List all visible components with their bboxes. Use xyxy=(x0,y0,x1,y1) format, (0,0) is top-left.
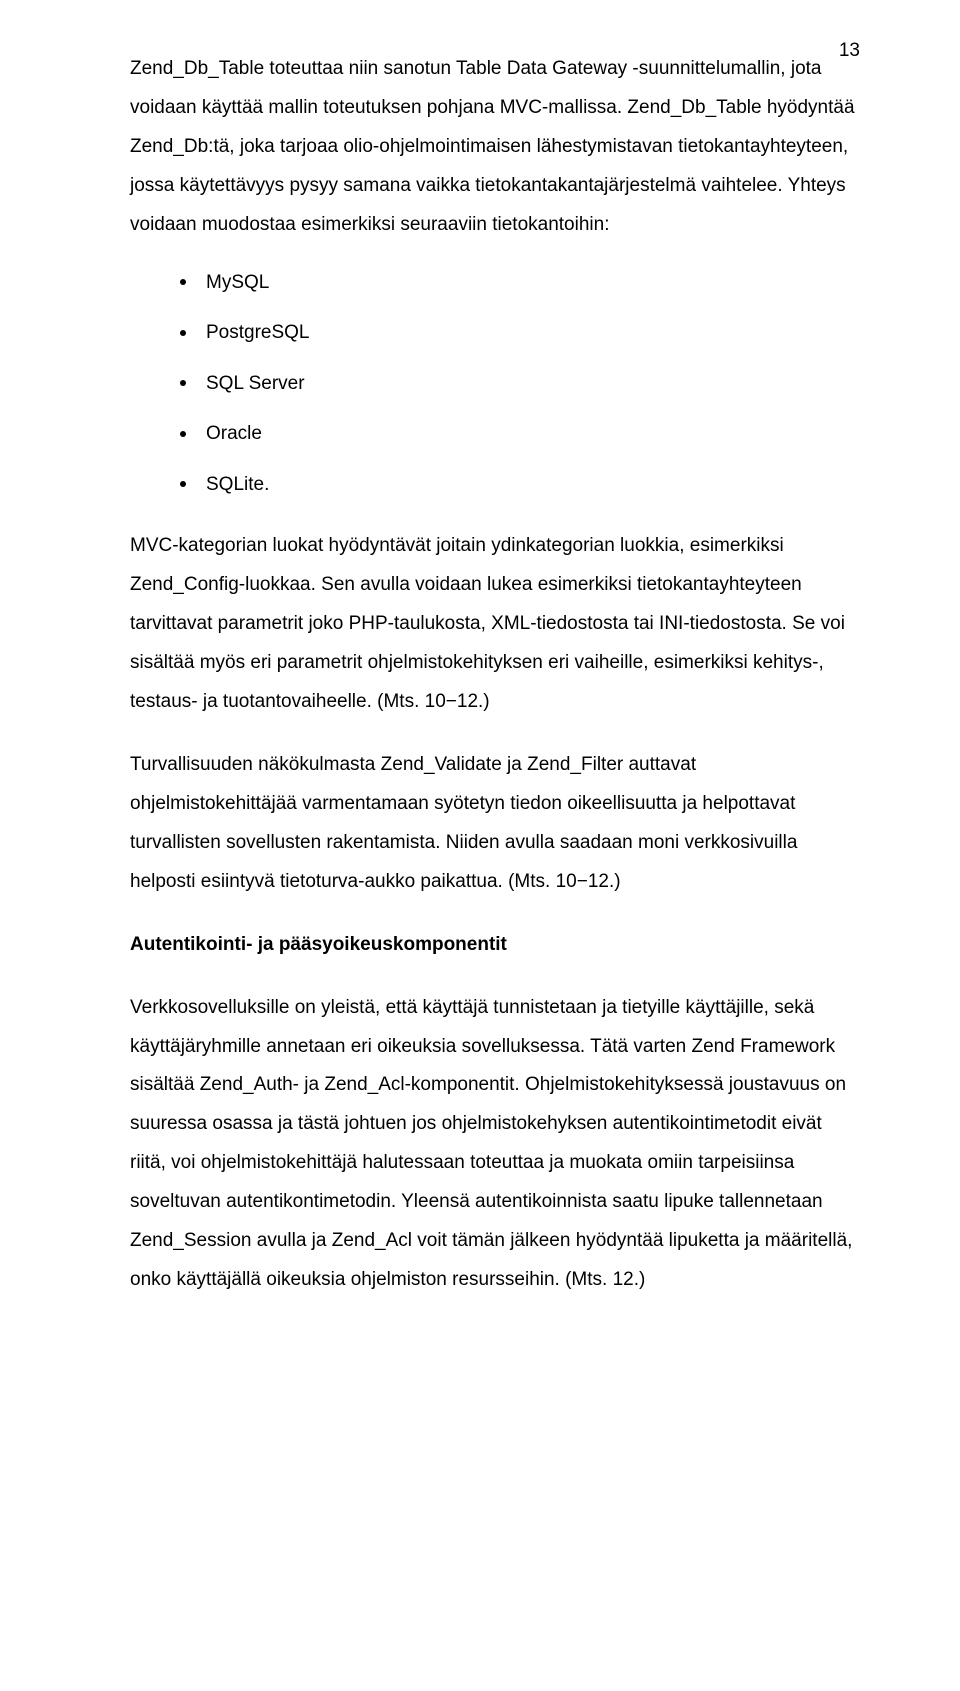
paragraph-mvc: MVC-kategorian luokat hyödyntävät joitai… xyxy=(130,527,860,722)
paragraph-intro: Zend_Db_Table toteuttaa niin sanotun Tab… xyxy=(130,50,860,245)
list-item: Oracle xyxy=(180,420,860,449)
list-item: SQLite. xyxy=(180,471,860,500)
section-heading-auth: Autentikointi- ja pääsyoikeuskomponentit xyxy=(130,926,860,965)
list-item: MySQL xyxy=(180,269,860,298)
paragraph-auth: Verkkosovelluksille on yleistä, että käy… xyxy=(130,989,860,1301)
list-item: PostgreSQL xyxy=(180,319,860,348)
page-number: 13 xyxy=(839,40,860,62)
paragraph-security: Turvallisuuden näkökulmasta Zend_Validat… xyxy=(130,746,860,902)
database-list: MySQL PostgreSQL SQL Server Oracle SQLit… xyxy=(180,269,860,500)
list-item: SQL Server xyxy=(180,370,860,399)
document-page: 13 Zend_Db_Table toteuttaa niin sanotun … xyxy=(0,0,960,1691)
